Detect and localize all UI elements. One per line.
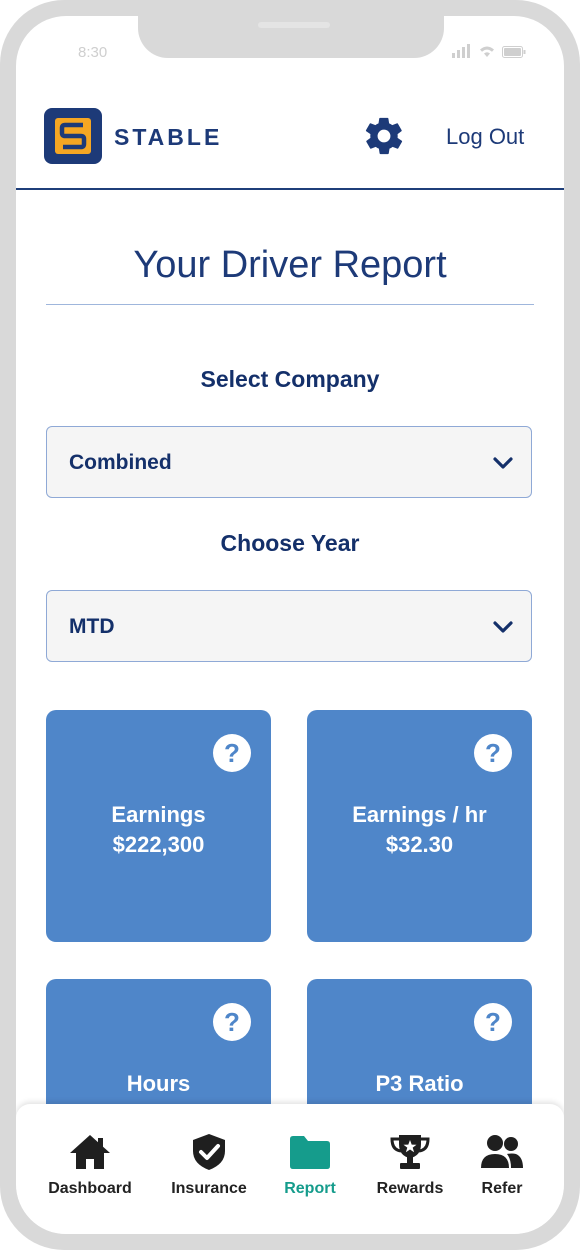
card-label: P3 Ratio xyxy=(375,1071,464,1096)
earnings-card[interactable]: ? Earnings $222,300 xyxy=(46,710,271,942)
year-select[interactable]: MTD xyxy=(46,590,532,662)
signal-icon xyxy=(452,44,472,63)
nav-label: Report xyxy=(284,1180,336,1197)
speaker-grille xyxy=(258,22,330,28)
card-label: Earnings xyxy=(111,802,206,827)
help-question-icon[interactable]: ? xyxy=(213,1003,251,1041)
nav-label: Insurance xyxy=(171,1180,247,1197)
nav-item-dashboard[interactable]: Dashboard xyxy=(40,1132,140,1198)
shield-check-icon xyxy=(193,1134,225,1170)
nav-item-insurance[interactable]: Insurance xyxy=(159,1132,259,1198)
phone-frame: 8:30 STABLE Log Out Your Driver Report S… xyxy=(0,0,580,1250)
folder-icon xyxy=(290,1136,330,1169)
bottom-nav: Dashboard Insurance Report Rewards Refer xyxy=(16,1104,564,1234)
brand-name: STABLE xyxy=(114,124,223,150)
chevron-down-icon xyxy=(493,621,513,633)
select-company-label: Select Company xyxy=(200,366,380,392)
users-icon xyxy=(481,1135,523,1168)
company-select-value: Combined xyxy=(69,451,172,474)
card-label: Earnings / hr xyxy=(352,802,487,827)
logout-button[interactable]: Log Out xyxy=(446,124,524,150)
earnings-per-hour-card[interactable]: ? Earnings / hr $32.30 xyxy=(307,710,532,942)
year-select-value: MTD xyxy=(69,615,115,638)
device-notch xyxy=(138,16,444,58)
choose-year-label: Choose Year xyxy=(220,530,360,556)
app-screen: 8:30 STABLE Log Out Your Driver Report S… xyxy=(16,16,564,1234)
trophy-icon xyxy=(390,1135,430,1169)
logo-mark-icon xyxy=(55,118,91,154)
title-divider xyxy=(46,304,534,305)
battery-icon xyxy=(502,45,526,63)
help-question-icon[interactable]: ? xyxy=(474,734,512,772)
status-icons xyxy=(452,44,526,63)
app-header: STABLE Log Out xyxy=(16,100,564,190)
nav-label: Refer xyxy=(481,1180,523,1197)
wifi-icon xyxy=(478,44,496,63)
card-label: Hours xyxy=(126,1071,191,1096)
stable-logo[interactable] xyxy=(44,108,102,164)
help-question-icon[interactable]: ? xyxy=(474,1003,512,1041)
card-value: $32.30 xyxy=(385,832,454,857)
nav-item-report[interactable]: Report xyxy=(260,1132,360,1198)
nav-label: Dashboard xyxy=(48,1180,132,1197)
help-question-icon[interactable]: ? xyxy=(213,734,251,772)
nav-label: Rewards xyxy=(376,1180,444,1197)
status-time: 8:30 xyxy=(78,44,108,61)
chevron-down-icon xyxy=(493,457,513,469)
home-icon xyxy=(70,1135,110,1169)
company-select[interactable]: Combined xyxy=(46,426,532,498)
card-value: $222,300 xyxy=(112,832,205,857)
settings-gear-icon[interactable] xyxy=(362,114,406,158)
nav-item-refer[interactable]: Refer xyxy=(452,1132,552,1198)
nav-item-rewards[interactable]: Rewards xyxy=(360,1132,460,1198)
page-title: Your Driver Report xyxy=(133,244,447,286)
